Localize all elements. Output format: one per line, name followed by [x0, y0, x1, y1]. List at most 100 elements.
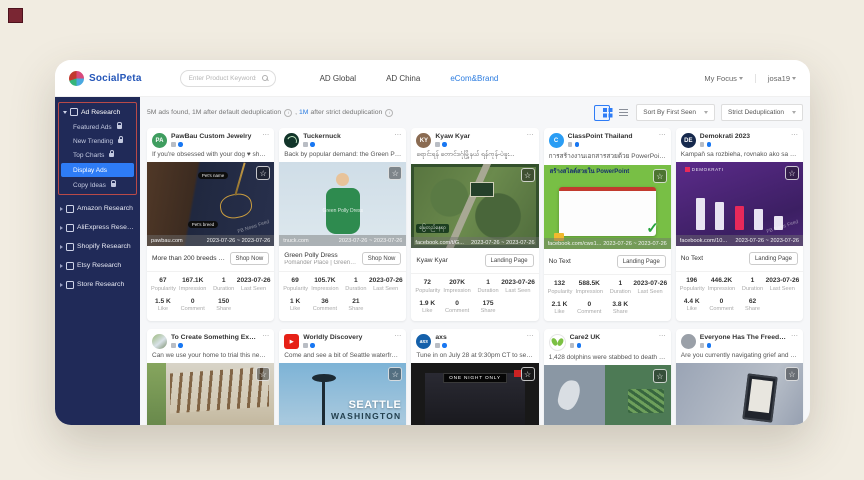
more-menu-icon[interactable]: [527, 133, 534, 138]
favorite-star-icon[interactable]: [653, 369, 667, 383]
user-menu[interactable]: josa19: [768, 74, 796, 83]
more-menu-icon[interactable]: [394, 133, 401, 138]
favorite-star-icon[interactable]: [521, 367, 535, 381]
ad-image[interactable]: [544, 365, 671, 425]
ad-text: Are you currently navigating grief and l…: [676, 351, 803, 363]
stat-label: Like: [415, 308, 439, 314]
advertiser-avatar: [549, 334, 566, 351]
ad-date-range: 2023-07-26 ~ 2023-07-26: [339, 238, 403, 244]
ad-card[interactable]: C ClassPoint Thailand การสร้างงานเอกสารส…: [544, 128, 671, 321]
stat-value-like: 1.9 K: [415, 300, 439, 307]
stat-value-share: 150: [211, 298, 237, 305]
platform-icon: [303, 343, 308, 348]
search-input[interactable]: [187, 74, 258, 83]
favorite-star-icon[interactable]: [388, 367, 402, 381]
ad-card[interactable]: DE Demokrati 2023 Kampaň sa rozbieha, ro…: [676, 128, 803, 321]
nav-ecom-brand[interactable]: eCom&Brand: [450, 74, 498, 83]
ad-image[interactable]: SEATTLEWASHINGTON: [279, 363, 406, 425]
stat-value-share: 62: [739, 298, 765, 305]
info-icon[interactable]: [284, 109, 292, 117]
stat-value-comment: 0: [175, 298, 211, 305]
favorite-star-icon[interactable]: [256, 166, 270, 180]
nav-ad-global[interactable]: AD Global: [320, 74, 356, 83]
ad-card[interactable]: ▶ Worldly Discovery Come and see a bit o…: [279, 329, 406, 425]
my-focus-menu[interactable]: My Focus: [704, 74, 743, 83]
ad-card[interactable]: To Create Something Exceptio... Can we u…: [147, 329, 274, 425]
ad-image[interactable]: pawbau.com 2023-07-26 ~ 2023-07-26 Pet's…: [147, 162, 274, 246]
sidebar-item-display-ads[interactable]: Display Ads: [61, 163, 134, 177]
platform-icon: [435, 142, 440, 147]
ad-research-group-highlight: Ad Research Featured Ads New Trending To…: [58, 102, 137, 195]
sidebar-item-new-trending[interactable]: New Trending: [60, 134, 135, 148]
sidebar-item-store-research[interactable]: Store Research: [55, 275, 140, 294]
nav-ad-china[interactable]: AD China: [386, 74, 420, 83]
search-box[interactable]: [180, 70, 276, 87]
ad-card[interactable]: Tuckernuck Back by popular demand: the G…: [279, 128, 406, 321]
sort-dropdown[interactable]: Sort By First Seen: [636, 104, 715, 121]
grid-view-icon[interactable]: [594, 105, 610, 121]
ad-image[interactable]: facebook.com/10... 2023-07-26 ~ 2023-07-…: [676, 162, 803, 246]
favorite-star-icon[interactable]: [653, 169, 667, 183]
sidebar-item-ad-research[interactable]: Ad Research: [60, 104, 135, 120]
stat-label: Popularity: [283, 286, 307, 292]
search-icon[interactable]: [262, 75, 269, 82]
favorite-star-icon[interactable]: [785, 367, 799, 381]
platform-icon: [171, 343, 176, 348]
stat-value-impression: 446.2K: [704, 277, 740, 284]
more-menu-icon[interactable]: [527, 334, 534, 339]
ad-card[interactable]: Care2 UK 1,428 dolphins were stabbed to …: [544, 329, 671, 425]
ad-card[interactable]: axs axs Tune in on July 28 at 9:30pm CT …: [411, 329, 538, 425]
cta-button[interactable]: Landing Page: [749, 252, 798, 265]
more-menu-icon[interactable]: [791, 334, 798, 339]
favorite-star-icon[interactable]: [785, 166, 799, 180]
more-menu-icon[interactable]: [659, 133, 666, 138]
advertiser-name: Demokrati 2023: [700, 133, 788, 140]
ad-image[interactable]: tnuck.com 2023-07-26 ~ 2023-07-26 Green …: [279, 162, 406, 246]
cta-button[interactable]: Shop Now: [230, 252, 270, 265]
bar: [696, 198, 705, 230]
sidebar-item-etsy-research[interactable]: Etsy Research: [55, 256, 140, 275]
more-menu-icon[interactable]: [791, 133, 798, 138]
sidebar-item-top-charts[interactable]: Top Charts: [60, 148, 135, 162]
sidebar-item-shopify-research[interactable]: Shopify Research: [55, 237, 140, 256]
lock-icon: [111, 183, 116, 187]
ad-card[interactable]: KY Kyaw Kyar ရောင်းရန် တောင်ဒဂုံမြို့နယ်…: [411, 128, 538, 321]
favorite-star-icon[interactable]: [256, 367, 270, 381]
sidebar-item-label: AliExpress Research: [77, 224, 135, 231]
cta-button[interactable]: Shop Now: [362, 252, 402, 265]
ad-image[interactable]: facebook.com/t/G... 2023-07-26 ~ 2023-07…: [411, 164, 538, 248]
ad-card[interactable]: Everyone Has The Freedom To... Are you c…: [676, 329, 803, 425]
ad-image[interactable]: facebook.com/cws1... 2023-07-26 ~ 2023-0…: [544, 165, 671, 249]
list-view-icon[interactable]: [616, 106, 630, 120]
info-icon[interactable]: [385, 109, 393, 117]
platform-icon: [700, 343, 705, 348]
favorite-star-icon[interactable]: [388, 166, 402, 180]
ad-text: Tune in on July 28 at 9:30pm CT to see M…: [411, 351, 538, 363]
stat-value-duration: 1: [739, 277, 765, 284]
sidebar: Ad Research Featured Ads New Trending To…: [55, 97, 140, 425]
product-title: Green Polly Dress: [284, 252, 358, 259]
app-window: SocialPeta AD Global AD China eCom&Brand…: [55, 60, 810, 425]
more-menu-icon[interactable]: [394, 334, 401, 339]
ad-image[interactable]: ONE NIGHT ONLY: [411, 363, 538, 425]
platform-icon-facebook: [707, 343, 712, 348]
ad-image[interactable]: [676, 363, 803, 425]
sidebar-item-aliexpress-research[interactable]: AliExpress Research: [55, 218, 140, 237]
favorite-star-icon[interactable]: [521, 168, 535, 182]
cta-button[interactable]: Landing Page: [617, 255, 666, 268]
bar: [715, 202, 724, 230]
sidebar-item-label: Display Ads: [73, 167, 107, 174]
more-menu-icon[interactable]: [262, 133, 269, 138]
sidebar-item-copy-ideas[interactable]: Copy Ideas: [60, 178, 135, 192]
ad-image[interactable]: [147, 363, 274, 425]
more-menu-icon[interactable]: [262, 334, 269, 339]
bulb-icon: [70, 108, 78, 116]
ad-card[interactable]: PA PawBau Custom Jewelry If you're obses…: [147, 128, 274, 321]
logo[interactable]: SocialPeta: [69, 71, 142, 86]
deduplication-dropdown[interactable]: Strict Deduplication: [721, 104, 803, 121]
sidebar-item-amazon-research[interactable]: Amazon Research: [55, 199, 140, 218]
advertiser-avatar: ▶: [284, 334, 299, 349]
cta-button[interactable]: Landing Page: [485, 254, 534, 267]
sidebar-item-featured-ads[interactable]: Featured Ads: [60, 120, 135, 134]
more-menu-icon[interactable]: [659, 334, 666, 339]
